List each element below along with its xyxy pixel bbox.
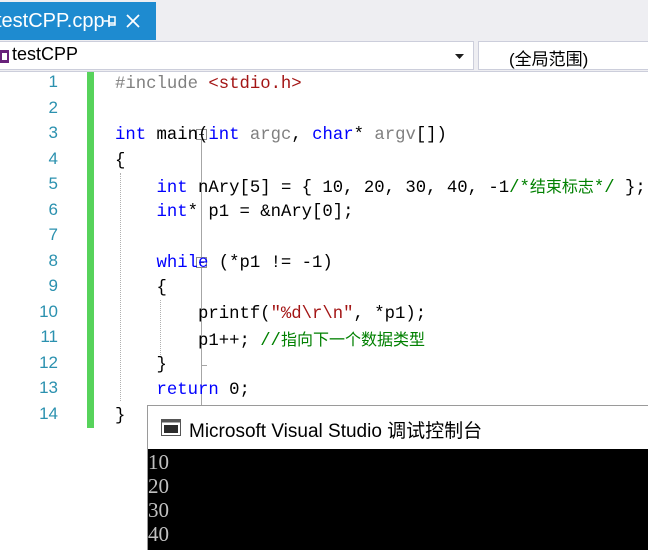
line-number: 6 — [48, 199, 58, 219]
code-line: #include <stdio.h> — [115, 72, 302, 97]
code-token: , — [291, 126, 313, 145]
code-token: /* — [509, 179, 530, 198]
line-number: 8 — [48, 250, 58, 270]
line-number: 11 — [40, 327, 58, 346]
code-token: int — [156, 202, 188, 222]
code-token: } — [115, 355, 167, 375]
line-number: 5 — [48, 174, 58, 193]
code-line: printf("%d\r\n", *p1); — [115, 302, 426, 327]
code-token: * — [353, 126, 375, 145]
code-line: } — [115, 404, 125, 429]
code-token: return — [156, 381, 219, 400]
cpp-project-icon — [0, 50, 9, 63]
code-token: argv — [374, 126, 416, 145]
line-number: 14 — [39, 403, 58, 423]
code-line: while (*p1 != -1) — [115, 251, 333, 276]
code-token: // — [260, 332, 281, 351]
console-titlebar[interactable]: Microsoft Visual Studio 调试控制台 — [148, 406, 648, 449]
code-token: { — [115, 151, 126, 171]
scope-label: (全局范围) — [509, 50, 589, 69]
line-number: 3 — [48, 123, 58, 142]
code-line: p1++; //指向下一个数据类型 — [115, 327, 425, 352]
code-line: int* p1 = &nAry[0]; — [115, 200, 354, 225]
code-token: <stdio.h> — [208, 75, 302, 94]
line-number: 2 — [48, 97, 58, 117]
line-number: 7 — [48, 225, 58, 244]
line-number: 1 — [48, 72, 58, 91]
code-token: nAry[5] = { 10, 20, 30, 40, -1 — [187, 179, 510, 198]
chevron-down-icon[interactable] — [455, 54, 464, 59]
line-number: 10 — [39, 301, 58, 321]
change-tracking-bar — [87, 72, 94, 428]
code-token: #include — [115, 75, 209, 94]
code-token: while — [156, 253, 209, 273]
code-token: } — [115, 406, 126, 426]
console-output-line: 10 — [148, 450, 169, 474]
pin-icon[interactable] — [102, 11, 118, 31]
code-line: return 0; — [115, 378, 250, 403]
code-line: int nAry[5] = { 10, 20, 30, 40, -1/*结束标志… — [115, 174, 646, 199]
console-window-icon — [161, 419, 181, 436]
console-output-line: 30 — [148, 498, 169, 522]
code-token: argc — [249, 126, 292, 145]
code-token: printf( — [115, 304, 271, 324]
console-output-line: 20 — [148, 474, 169, 498]
code-token: , *p1); — [353, 304, 427, 324]
code-token: */ — [593, 179, 615, 198]
code-token: { — [115, 279, 167, 298]
code-token: (*p1 != -1) — [208, 253, 333, 273]
code-token: 0; — [218, 381, 250, 400]
console-output-line: 40 — [148, 522, 169, 546]
scope-dropdown[interactable]: (全局范围) — [478, 41, 648, 70]
project-dropdown[interactable]: testCPP — [0, 41, 474, 70]
line-number: 4 — [48, 148, 58, 168]
code-token: []) — [415, 126, 447, 145]
line-number: 9 — [48, 276, 58, 295]
code-token: 结束标志 — [529, 177, 594, 196]
code-token: 指向下一个数据类型 — [280, 330, 425, 349]
code-token: char — [312, 126, 354, 145]
code-token: int — [156, 179, 188, 198]
navigation-bar: testCPP (全局范围) — [0, 40, 648, 72]
code-token: int — [208, 126, 240, 145]
tab-title: testCPP.cpp — [0, 9, 105, 32]
line-number-gutter: 1 2 3 4 5 6 7 8 9 10 11 12 13 14 — [0, 72, 60, 550]
console-title: Microsoft Visual Studio 调试控制台 — [189, 421, 483, 442]
outlining-gutter — [96, 72, 207, 550]
code-token: int — [115, 126, 147, 145]
code-token: "%d\r\n" — [270, 304, 354, 324]
document-tab-strip: testCPP.cpp — [0, 0, 648, 40]
code-token: p1++; — [115, 332, 261, 351]
code-token: main( — [146, 126, 209, 145]
code-line: } — [115, 353, 167, 378]
tab-testcpp[interactable]: testCPP.cpp — [0, 2, 156, 40]
project-label: testCPP — [12, 44, 79, 64]
code-line: { — [115, 149, 125, 174]
code-line: { — [115, 276, 167, 301]
debug-console-window[interactable]: Microsoft Visual Studio 调试控制台 10 20 30 40 — [147, 405, 648, 550]
code-token: }; — [614, 179, 646, 198]
close-icon[interactable] — [125, 13, 141, 29]
code-line: int main(int argc, char* argv[]) — [115, 123, 447, 148]
fold-end — [201, 365, 207, 366]
code-token: * p1 = &nAry[0]; — [187, 202, 354, 222]
line-number: 12 — [39, 352, 58, 372]
line-number: 13 — [39, 378, 58, 397]
